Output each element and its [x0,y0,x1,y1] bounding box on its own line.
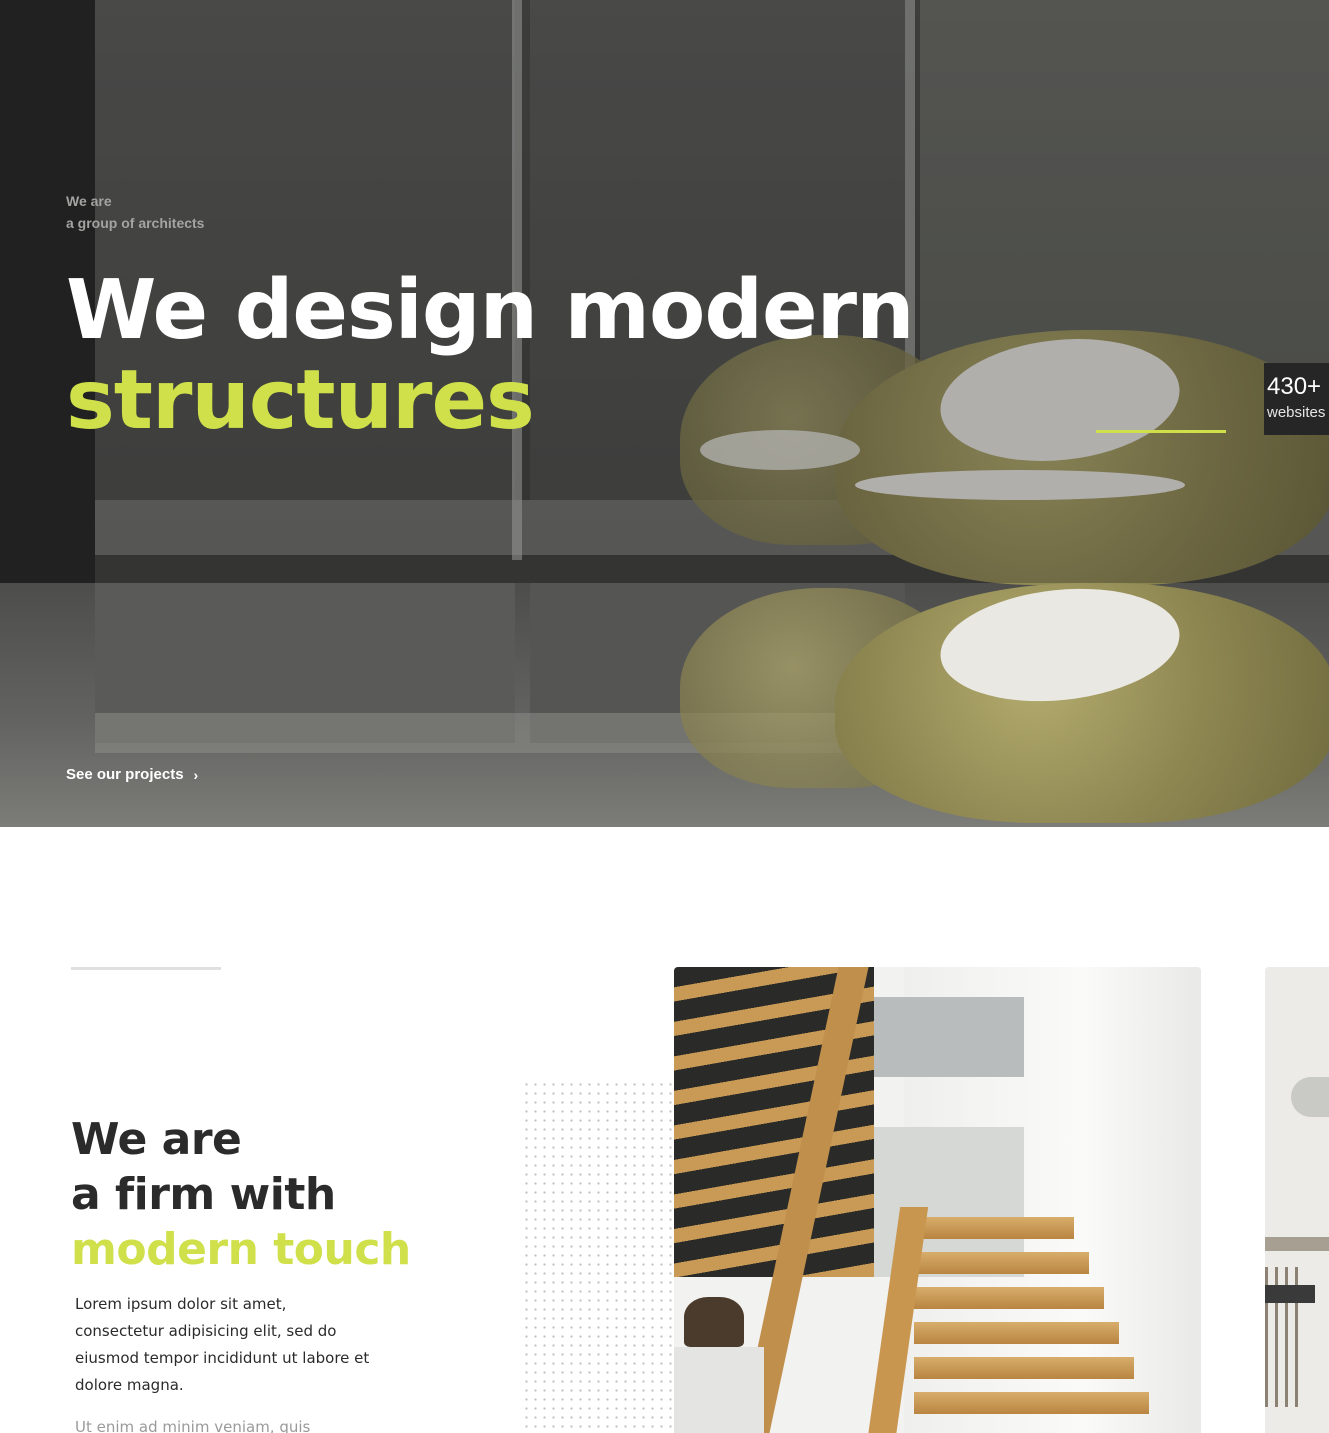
photo-stair-step [914,1217,1074,1239]
photo-stair-step [914,1392,1149,1414]
dining-photo [1265,967,1329,1433]
see-projects-label: See our projects [66,766,184,783]
see-projects-link[interactable]: See our projects › [66,766,198,783]
about-title: We are a firm with modern touch [71,1112,411,1277]
stat-value: 430+ [1267,373,1322,400]
about-title-accent: modern touch [71,1224,411,1275]
about-description-secondary: Ut enim ad minim veniam, quis [75,1418,311,1433]
photo-lamp [1291,1077,1329,1117]
photo-seat [1265,1285,1315,1303]
hero-eyebrow-line: We are [66,193,112,209]
hero-eyebrow-line: a group of architects [66,215,205,231]
photo-stair-step [914,1357,1134,1379]
photo-table [1265,1237,1329,1251]
about-title-line: We are [71,1114,242,1165]
about-description: Lorem ipsum dolor sit amet, consectetur … [75,1295,370,1394]
staircase-photo [674,967,1201,1433]
hero-title-line: We design modern [66,263,914,358]
stat-label: websites [1267,404,1326,421]
dot-pattern-decoration [522,1080,674,1433]
section-divider [71,967,221,970]
hero-section: We are a group of architects We design m… [0,0,1329,827]
photo-stair-step [914,1252,1089,1274]
photo-stair-step [914,1287,1104,1309]
stat-badge: 430+ websites [1264,363,1329,435]
hero-title-accent: structures [66,353,535,448]
chevron-right-icon: › [193,766,199,783]
photo-pedestal [674,1347,764,1433]
about-title-line: a firm with [71,1169,336,1220]
hero-title: We design modern structures [66,263,914,448]
slider-progress-line [1096,430,1226,433]
photo-stair-step [914,1322,1119,1344]
hero-eyebrow: We are a group of architects [66,190,204,234]
photo-statue [684,1297,744,1347]
